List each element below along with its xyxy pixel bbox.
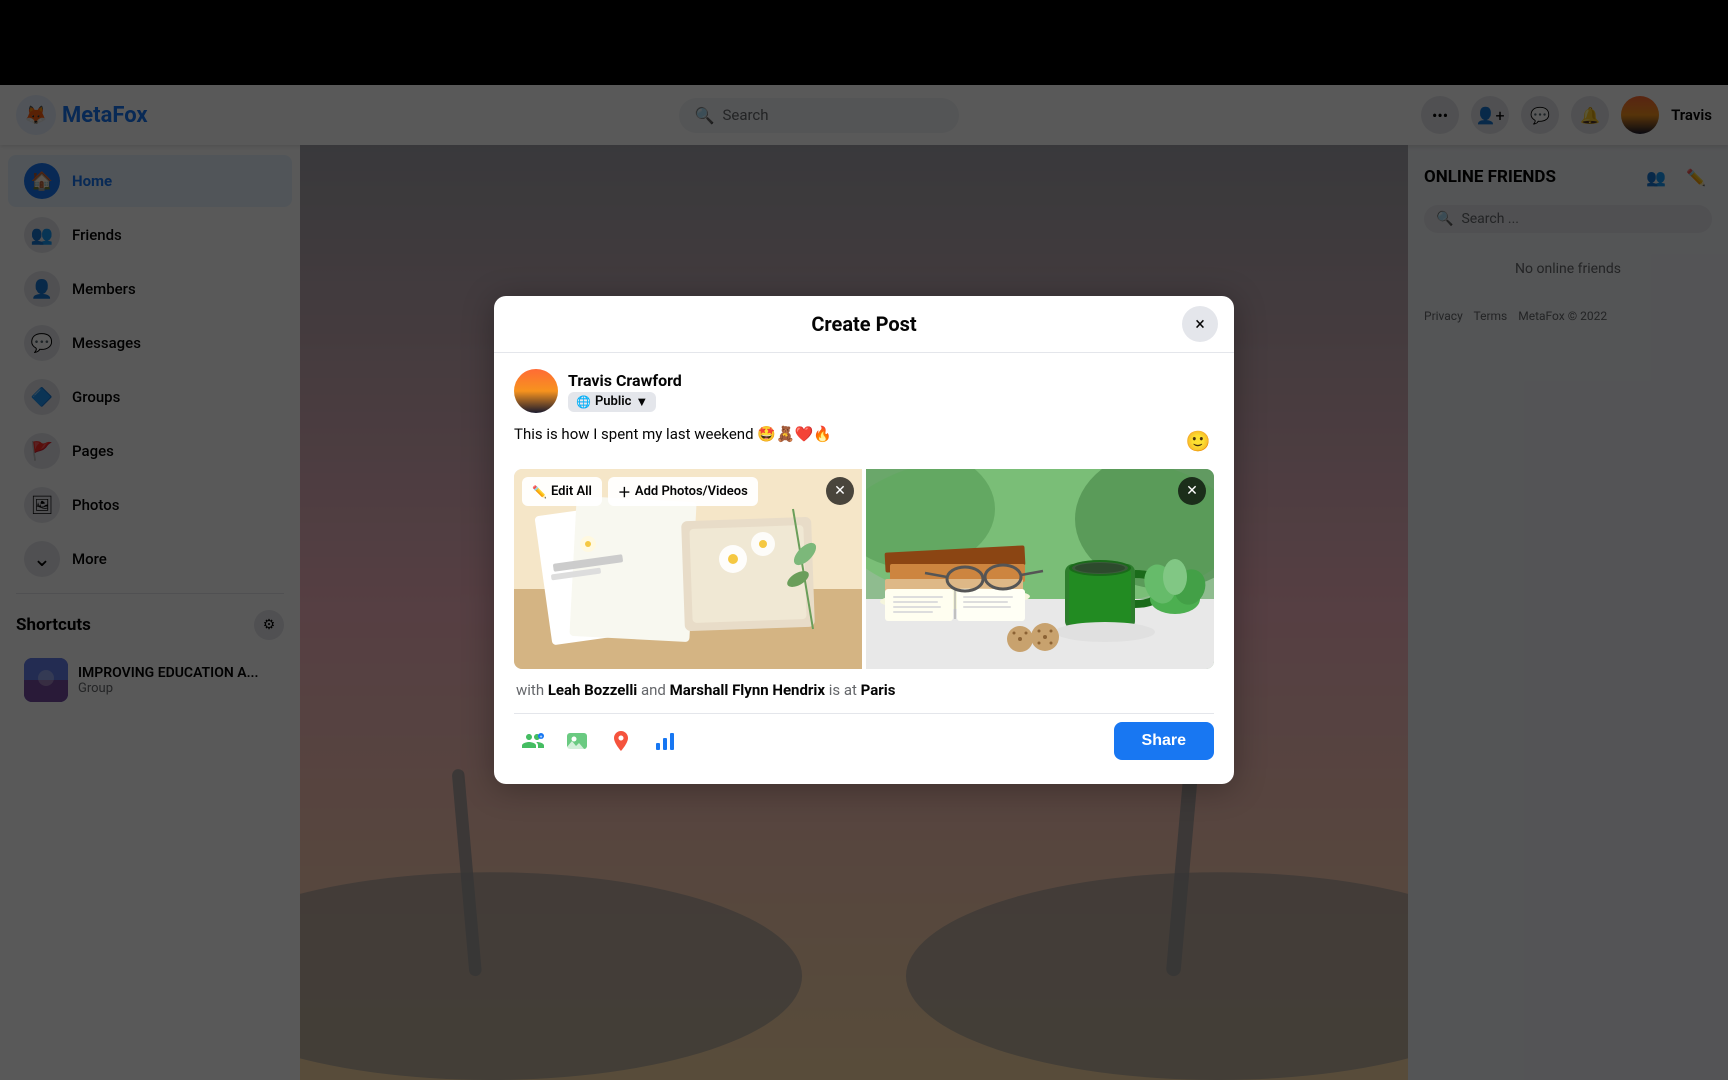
photo2-remove-button[interactable]: ✕ (1178, 477, 1206, 505)
photo-item-1: ✏️ Edit All ＋ Add Photos/Videos ✕ (514, 469, 862, 669)
modal-close-button[interactable]: × (1182, 306, 1218, 342)
post-user-row: Travis Crawford 🌐 Public ▼ (514, 369, 1214, 413)
post-user-name: Travis Crawford (568, 371, 682, 390)
edit-icon: ✏️ (532, 485, 547, 499)
tag-location-prefix: is at (825, 681, 861, 699)
photo2-close-icon: ✕ (1186, 483, 1198, 499)
share-button[interactable]: Share (1114, 722, 1214, 760)
add-photos-button[interactable]: ＋ Add Photos/Videos (608, 477, 758, 506)
emoji-icon: 🙂 (1186, 429, 1211, 453)
globe-icon: 🌐 (576, 395, 591, 409)
chevron-down-icon: ▼ (635, 394, 648, 410)
create-post-modal: Create Post × Travis Crawford 🌐 (494, 296, 1234, 784)
svg-text:+: + (540, 735, 543, 741)
photo-video-button[interactable] (558, 722, 596, 760)
post-text-content[interactable]: This is how I spent my last weekend 🤩🧸❤️… (514, 425, 1182, 443)
tag-people-button[interactable]: + (514, 722, 552, 760)
tag-connector: and (637, 681, 669, 699)
post-text-row: This is how I spent my last weekend 🤩🧸❤️… (514, 425, 1214, 457)
emoji-button[interactable]: 🙂 (1182, 425, 1214, 457)
modal-header: Create Post × (494, 296, 1234, 353)
add-photos-label: Add Photos/Videos (635, 484, 748, 499)
photo-grid: ✏️ Edit All ＋ Add Photos/Videos ✕ (514, 469, 1214, 669)
activity-icon (653, 729, 677, 753)
tag-person2[interactable]: Marshall Flynn Hendrix (670, 681, 825, 699)
photo2-svg (866, 469, 1214, 669)
action-icons: + (514, 722, 684, 760)
modal-body: Travis Crawford 🌐 Public ▼ This is how I… (494, 353, 1234, 784)
photo-overlay-buttons: ✏️ Edit All ＋ Add Photos/Videos (522, 477, 758, 506)
tag-row: with Leah Bozzelli and Marshall Flynn He… (514, 681, 1214, 699)
activity-button[interactable] (646, 722, 684, 760)
photo1-close-icon: ✕ (834, 483, 846, 499)
photo-icon (565, 729, 589, 753)
photo-item-2: ✕ (866, 469, 1214, 669)
close-icon: × (1195, 314, 1205, 335)
action-row: + (514, 713, 1214, 768)
tag-person1[interactable]: Leah Bozzelli (548, 681, 637, 699)
post-user-avatar (514, 369, 558, 413)
modal-backdrop[interactable]: Create Post × Travis Crawford 🌐 (0, 0, 1728, 1080)
modal-title: Create Post (811, 312, 916, 336)
tag-location[interactable]: Paris (861, 681, 896, 699)
post-user-info: Travis Crawford 🌐 Public ▼ (568, 371, 682, 412)
post-privacy-selector[interactable]: 🌐 Public ▼ (568, 392, 656, 412)
tag-people-icon: + (521, 729, 545, 753)
check-in-button[interactable] (602, 722, 640, 760)
tag-prefix: with (516, 681, 548, 699)
location-icon (609, 729, 633, 753)
photo1-remove-button[interactable]: ✕ (826, 477, 854, 505)
edit-all-label: Edit All (551, 484, 592, 499)
post-avatar-image (514, 369, 558, 413)
plus-icon: ＋ (618, 482, 631, 501)
privacy-label: Public (595, 394, 631, 409)
edit-all-button[interactable]: ✏️ Edit All (522, 477, 602, 506)
